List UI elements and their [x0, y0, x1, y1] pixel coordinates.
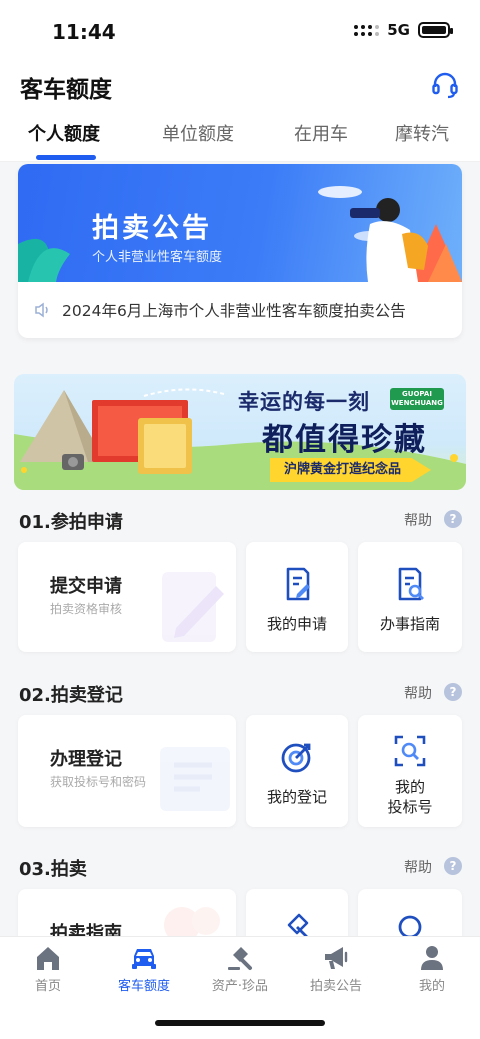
search-icon: [398, 915, 422, 936]
section-title: 02.拍卖登记: [19, 685, 123, 706]
battery-icon: [418, 22, 453, 38]
tab-cars-in-use[interactable]: 在用车: [294, 120, 348, 146]
home-indicator[interactable]: [155, 1020, 325, 1026]
section-header-apply: 01.参拍申请 帮助 ?: [0, 500, 480, 540]
my-bid-number-button[interactable]: 我的 投标号: [358, 715, 462, 827]
gavel-icon: [287, 913, 309, 936]
announcement-banner-subtitle: 个人非营业性客车额度: [92, 250, 223, 265]
question-icon[interactable]: ?: [444, 857, 462, 875]
button-label: 我的 投标号: [358, 777, 462, 817]
tabbar-label: 拍卖公告: [309, 979, 362, 994]
headset-icon[interactable]: [430, 70, 460, 100]
my-applications-button[interactable]: 我的申请: [246, 542, 348, 652]
document-edit-icon: [286, 567, 310, 601]
card-subtitle: 拍卖资格审核: [50, 602, 123, 616]
auction-guide-card[interactable]: 拍卖指南: [18, 889, 236, 936]
announcement-card[interactable]: 拍卖公告 个人非营业性客车额度 2024年6月上海市个人非营业性客车额度拍卖公告: [18, 164, 462, 338]
section-title: 01.参拍申请: [19, 512, 123, 533]
document-search-icon: [398, 567, 424, 601]
announcement-notice[interactable]: 2024年6月上海市个人非营业性客车额度拍卖公告: [18, 282, 462, 338]
question-icon[interactable]: ?: [444, 510, 462, 528]
section-header-register: 02.拍卖登记 帮助 ?: [0, 673, 480, 713]
promo-headline-2: 都值得珍藏: [262, 422, 427, 458]
tabbar-mine[interactable]: 我的: [384, 943, 480, 994]
coins-icon: [164, 907, 220, 936]
help-link[interactable]: 帮助: [404, 683, 432, 703]
help-link[interactable]: 帮助: [404, 510, 432, 530]
register-card[interactable]: 办理登记 获取投标号和密码: [18, 715, 236, 827]
label-line-2: 投标号: [387, 798, 433, 816]
tabbar-label: 资产·珍品: [211, 979, 269, 994]
label-line-1: 我的: [394, 778, 425, 796]
announcement-banner[interactable]: 拍卖公告 个人非营业性客车额度: [18, 164, 462, 282]
question-icon[interactable]: ?: [444, 683, 462, 701]
button-label: 我的申请: [266, 615, 327, 633]
card-title: 办理登记: [50, 749, 122, 770]
network-label: 5G: [387, 21, 410, 39]
tabbar-home[interactable]: 首页: [0, 943, 96, 994]
section-title: 03.拍卖: [19, 859, 87, 880]
active-tab-indicator: [36, 155, 96, 160]
promo-tag: GUOPAI WENCHUANG: [390, 388, 444, 410]
tabbar-label: 首页: [34, 979, 61, 994]
card-subtitle: 获取投标号和密码: [50, 775, 147, 789]
promo-headline-1: 幸运的每一刻: [238, 390, 370, 414]
tabbar-car-quota[interactable]: 客车额度: [96, 943, 192, 994]
button-label: 我的登记: [266, 788, 327, 806]
signal-icon: [354, 24, 380, 36]
card-title: 拍卖指南: [50, 923, 122, 936]
main-content[interactable]: 拍卖公告 个人非营业性客车额度 2024年6月上海市个人非营业性客车额度拍卖公告: [0, 162, 480, 936]
top-tabs: 个人额度 单位额度 在用车 摩转汽: [0, 108, 480, 162]
megaphone-icon: [325, 947, 348, 969]
section-header-auction: 03.拍卖 帮助 ?: [0, 847, 480, 887]
target-icon: [281, 743, 311, 773]
document-edit-icon: [162, 572, 224, 642]
auction-search-button[interactable]: [358, 889, 462, 936]
tab-company-quota[interactable]: 单位额度: [162, 120, 234, 146]
service-guide-button[interactable]: 办事指南: [358, 542, 462, 652]
gavel-icon: [228, 947, 252, 970]
submit-application-card[interactable]: 提交申请 拍卖资格审核: [18, 542, 236, 652]
person-icon: [421, 946, 443, 970]
tabbar-assets[interactable]: 资产·珍品: [192, 943, 288, 994]
tabbar-label: 客车额度: [117, 979, 170, 994]
card-title: 提交申请: [50, 576, 122, 597]
auction-gavel-button[interactable]: [246, 889, 348, 936]
banner-illustration: [18, 186, 462, 282]
document-list-icon: [160, 747, 230, 811]
home-icon: [37, 947, 59, 970]
announcement-notice-text[interactable]: 2024年6月上海市个人非营业性客车额度拍卖公告: [62, 299, 406, 321]
my-registration-button[interactable]: 我的登记: [246, 715, 348, 827]
status-icons: 5G: [354, 21, 453, 39]
app-header: 客车额度: [0, 64, 480, 108]
tabbar-auction-notice[interactable]: 拍卖公告: [288, 943, 384, 994]
tab-personal-quota[interactable]: 个人额度: [28, 120, 100, 146]
page-title: 客车额度: [20, 77, 112, 103]
tabbar-label: 我的: [418, 979, 445, 994]
car-icon: [132, 949, 156, 969]
promo-banner[interactable]: 幸运的每一刻 GUOPAI WENCHUANG 都值得珍藏 沪牌黄金打造纪念品: [14, 374, 466, 490]
help-link[interactable]: 帮助: [404, 857, 432, 877]
scan-search-icon: [394, 735, 426, 767]
promo-cta[interactable]: 沪牌黄金打造纪念品: [270, 458, 432, 482]
speaker-icon: [35, 302, 48, 318]
status-time: 11:44: [52, 20, 116, 44]
button-label: 办事指南: [379, 615, 440, 633]
status-bar: 11:44 5G: [0, 0, 480, 64]
tab-moto-to-car[interactable]: 摩转汽: [395, 120, 449, 146]
announcement-banner-title: 拍卖公告: [92, 213, 212, 244]
